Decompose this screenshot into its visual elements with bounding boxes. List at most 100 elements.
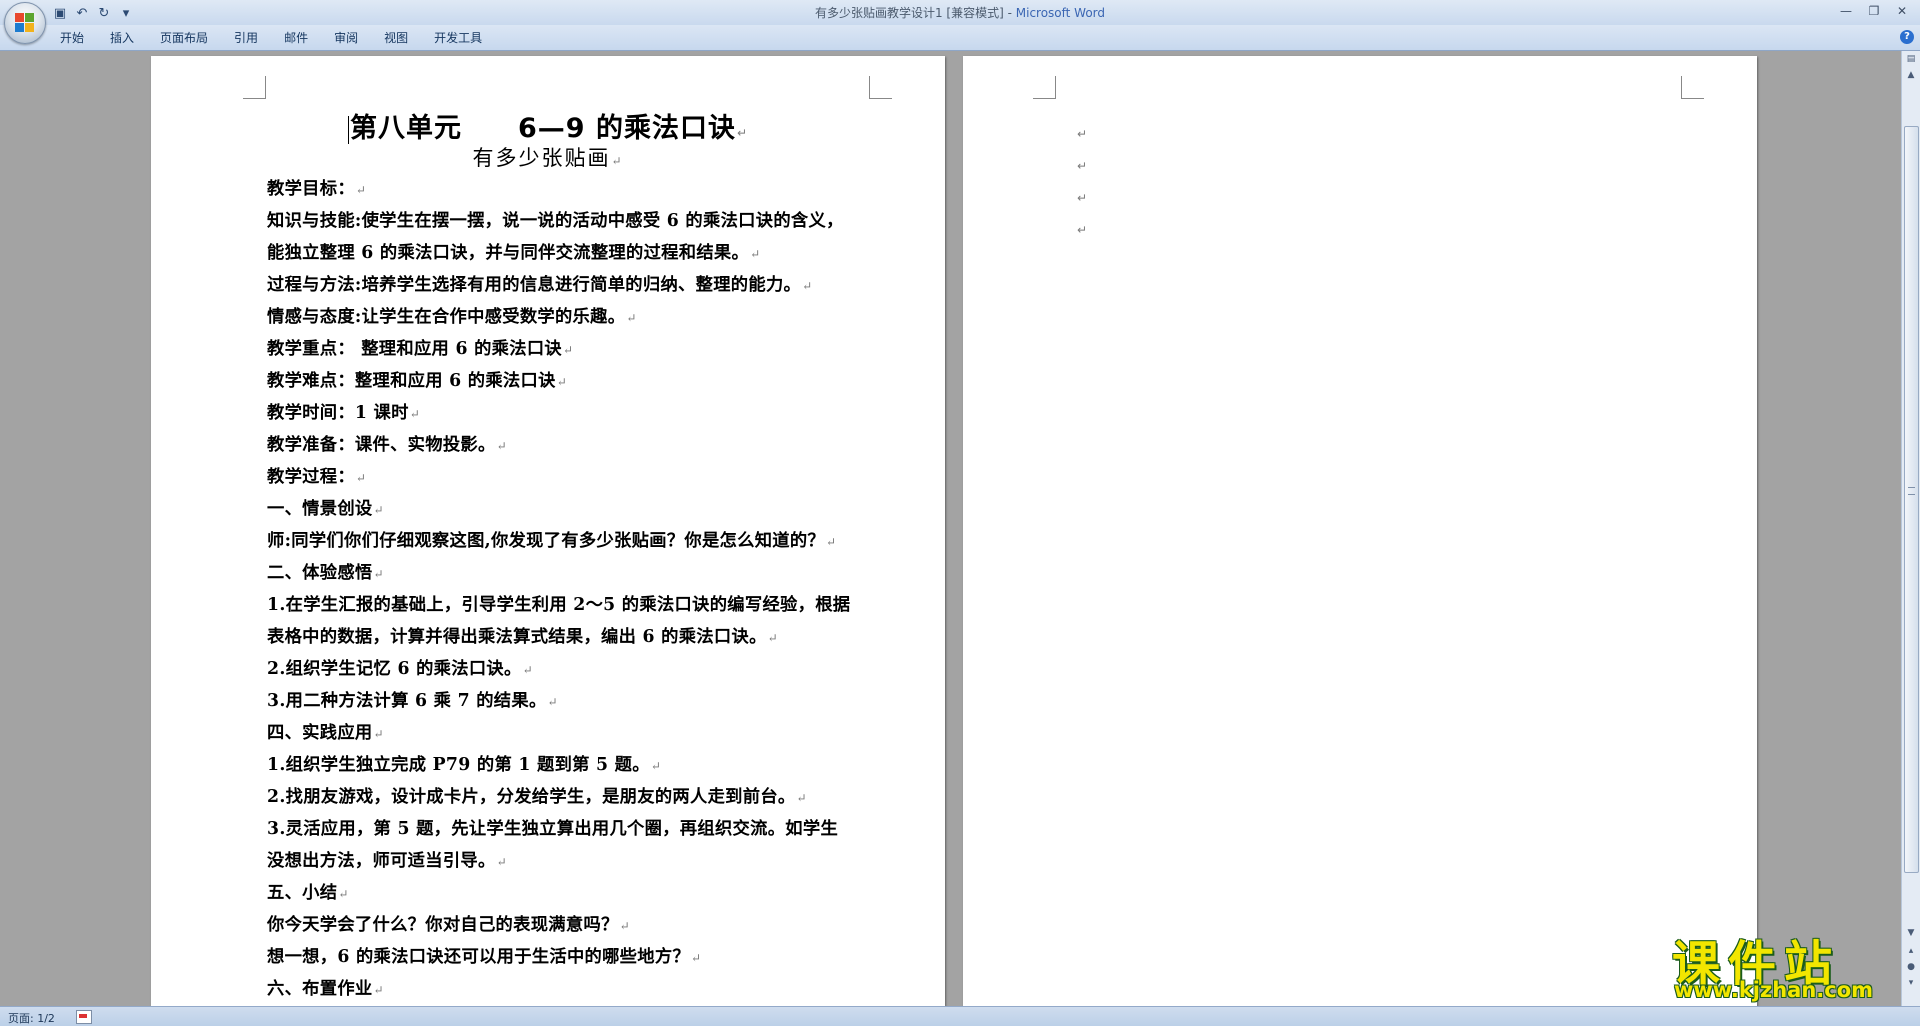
document-line-text: 教学目标：: [267, 179, 355, 199]
document-line-text: 你今天学会了什么？你对自己的表现满意吗？: [267, 915, 619, 935]
vertical-scrollbar[interactable]: ▤ ▲ ▼ ▴ ● ▾: [1901, 51, 1920, 1006]
paragraph-mark-icon: ↵: [826, 535, 837, 549]
scroll-up-icon[interactable]: ▲: [1903, 67, 1919, 83]
ribbon-tabs: 开始 插入 页面布局 引用 邮件 审阅 视图 开发工具: [50, 30, 495, 46]
ruler-toggle-icon[interactable]: ▤: [1903, 51, 1919, 67]
paragraph-mark-icon: ↵: [750, 247, 761, 261]
paragraph-mark-icon: ↵: [355, 471, 367, 485]
document-line-text: 1.组织学生独立完成 P79 的第 1 题到第 5 题。: [267, 755, 650, 775]
ribbon-tab[interactable]: 邮件: [271, 30, 321, 46]
title-bar: 有多少张贴画教学设计1 [兼容模式] - Microsoft Word ▣ ↶ ↻ ▾…: [0, 0, 1920, 25]
window-controls: — ❐ ✕: [1834, 2, 1914, 20]
doc-heading: 第八单元 6—9 的乘法口诀↵: [151, 106, 945, 145]
paragraph-mark-icon: ↵: [796, 791, 807, 805]
document-line: 2.组织学生记忆 6 的乘法口诀。↵: [267, 653, 887, 685]
paragraph-mark-icon: ↵: [767, 631, 779, 645]
browse-object-icon[interactable]: ●: [1903, 959, 1919, 975]
ribbon-tab[interactable]: 引用: [221, 30, 271, 46]
paragraph-mark-icon: ↵: [736, 126, 749, 140]
office-logo-icon: [15, 13, 35, 33]
doc-heading-text: 第八单元 6—9 的乘法口诀: [349, 113, 736, 144]
document-line-text: 情感与态度:让学生在合作中感受数学的乐趣。: [267, 307, 626, 327]
office-logo-quad: [15, 23, 24, 32]
document-page-2[interactable]: ↵ ↵ ↵ ↵: [963, 56, 1757, 1006]
document-line-text: 四、实践应用: [267, 723, 373, 743]
paragraph-mark-icon: ↵: [496, 439, 507, 453]
ribbon-tab[interactable]: 审阅: [321, 30, 371, 46]
document-line: 六、布置作业↵: [267, 973, 887, 1005]
document-line: 教学准备：课件、实物投影。↵: [267, 429, 887, 461]
office-button[interactable]: [4, 2, 46, 44]
document-line: 3.用二种方法计算 6 乘 7 的结果。↵: [267, 685, 887, 717]
document-line-text: 一、情景创设: [267, 499, 373, 519]
proofing-status-icon[interactable]: [76, 1010, 92, 1024]
window-title: 有多少张贴画教学设计1 [兼容模式] - Microsoft Word: [0, 4, 1920, 21]
document-line: 教学重点： 整理和应用 6 的乘法口诀↵: [267, 333, 887, 365]
paragraph-mark-icon: ↵: [338, 887, 349, 901]
customize-icon[interactable]: ▾: [118, 5, 134, 21]
paragraph-mark-icon: ↵: [373, 503, 384, 517]
paragraph-mark-icon: ↵: [522, 663, 533, 677]
document-line-text: 表格中的数据，计算并得出乘法算式结果，编出 6 的乘法口诀。: [267, 627, 767, 647]
paragraph-mark-icon: ↵: [1077, 223, 1088, 237]
scroll-thumb[interactable]: [1904, 126, 1919, 873]
previous-page-icon[interactable]: ▴: [1903, 943, 1919, 959]
undo-icon[interactable]: ↶: [74, 5, 90, 21]
document-line: 二、体验感悟↵: [267, 557, 887, 589]
quick-access-toolbar: ▣ ↶ ↻ ▾: [52, 3, 134, 23]
paragraph-mark-icon: ↵: [1077, 191, 1088, 205]
scroll-down-icon[interactable]: ▼: [1903, 925, 1919, 941]
close-icon[interactable]: ✕: [1890, 2, 1914, 20]
ribbon-tab[interactable]: 视图: [371, 30, 421, 46]
document-body[interactable]: 教学目标：↵ 知识与技能:使学生在摆一摆，说一说的活动中感受 6 的乘法口诀的含义…: [267, 173, 887, 1005]
ribbon-tab[interactable]: 插入: [97, 30, 147, 46]
paragraph-mark-icon: ↵: [650, 759, 662, 773]
document-page-1[interactable]: 第八单元 6—9 的乘法口诀↵ 有多少张贴画↵ 教学目标：↵ 知识与技能:使学生在…: [151, 56, 945, 1006]
document-line-text: 想一想，6 的乘法口诀还可以用于生活中的哪些地方？: [267, 947, 691, 967]
document-workspace[interactable]: 第八单元 6—9 的乘法口诀↵ 有多少张贴画↵ 教学目标：↵ 知识与技能:使学生在…: [0, 51, 1902, 1006]
minimize-icon[interactable]: —: [1834, 2, 1858, 20]
margin-corner-mark: [1033, 76, 1056, 99]
paragraph-mark-icon: ↵: [496, 855, 507, 869]
document-line: 情感与态度:让学生在合作中感受数学的乐趣。↵: [267, 301, 887, 333]
office-logo-quad: [25, 23, 34, 32]
document-line: 想一想，6 的乘法口诀还可以用于生活中的哪些地方？↵: [267, 941, 887, 973]
paragraph-mark-icon: ↵: [373, 727, 384, 741]
paragraph-mark-icon: ↵: [355, 183, 367, 197]
document-line-text: 师:同学们你们仔细观察这图,你发现了有多少张贴画？你是怎么知道的？: [267, 531, 826, 551]
document-line-text: 教学难点：整理和应用 6 的乘法口诀: [267, 371, 556, 391]
page-counter[interactable]: 页面: 1/2: [8, 1010, 55, 1026]
save-icon[interactable]: ▣: [52, 5, 68, 21]
ribbon: 开始 插入 页面布局 引用 邮件 审阅 视图 开发工具 ?: [0, 25, 1920, 51]
document-line-text: 六、布置作业: [267, 979, 373, 999]
next-page-icon[interactable]: ▾: [1903, 975, 1919, 991]
document-line: 一、情景创设↵: [267, 493, 887, 525]
paragraph-mark-icon: ↵: [556, 375, 568, 389]
margin-corner-mark: [243, 76, 266, 99]
document-line-text: 2.组织学生记忆 6 的乘法口诀。: [267, 659, 522, 679]
watermark-url: www.kjzhan.com: [1674, 978, 1874, 1002]
paragraph-mark-icon: ↵: [563, 343, 574, 357]
redo-icon[interactable]: ↻: [96, 5, 112, 21]
document-line-text: 3.用二种方法计算 6 乘 7 的结果。: [267, 691, 547, 711]
document-line: 1.组织学生独立完成 P79 的第 1 题到第 5 题。↵: [267, 749, 887, 781]
status-bar: 页面: 1/2: [0, 1006, 1920, 1026]
document-line: 没想出方法，师可适当引导。↵: [267, 845, 887, 877]
document-line-text: 教学准备：课件、实物投影。: [267, 435, 496, 455]
paragraph-mark-icon: ↵: [373, 567, 384, 581]
ribbon-tab[interactable]: 开始: [50, 30, 97, 46]
ribbon-tab[interactable]: 页面布局: [147, 30, 221, 46]
paragraph-mark-icon: ↵: [1077, 127, 1088, 141]
document-line: 教学难点：整理和应用 6 的乘法口诀↵: [267, 365, 887, 397]
document-line: 表格中的数据，计算并得出乘法算式结果，编出 6 的乘法口诀。↵: [267, 621, 887, 653]
maximize-icon[interactable]: ❐: [1862, 2, 1886, 20]
document-line-text: 3.灵活应用，第 5 题，先让学生独立算出用几个圈，再组织交流。如学生: [267, 819, 839, 839]
paragraph-mark-icon: ↵: [1077, 159, 1088, 173]
document-line: 知识与技能:使学生在摆一摆，说一说的活动中感受 6 的乘法口诀的含义，: [267, 205, 887, 237]
doc-subheading-text: 有多少张贴画: [472, 146, 611, 170]
document-line-text: 教学重点： 整理和应用 6 的乘法口诀: [267, 339, 562, 359]
ribbon-tab[interactable]: 开发工具: [421, 30, 495, 46]
help-icon[interactable]: ?: [1900, 30, 1914, 44]
document-line: 1.在学生汇报的基础上，引导学生利用 2～5 的乘法口诀的编写经验，根据: [267, 589, 887, 621]
paragraph-mark-icon: ↵: [409, 407, 421, 421]
